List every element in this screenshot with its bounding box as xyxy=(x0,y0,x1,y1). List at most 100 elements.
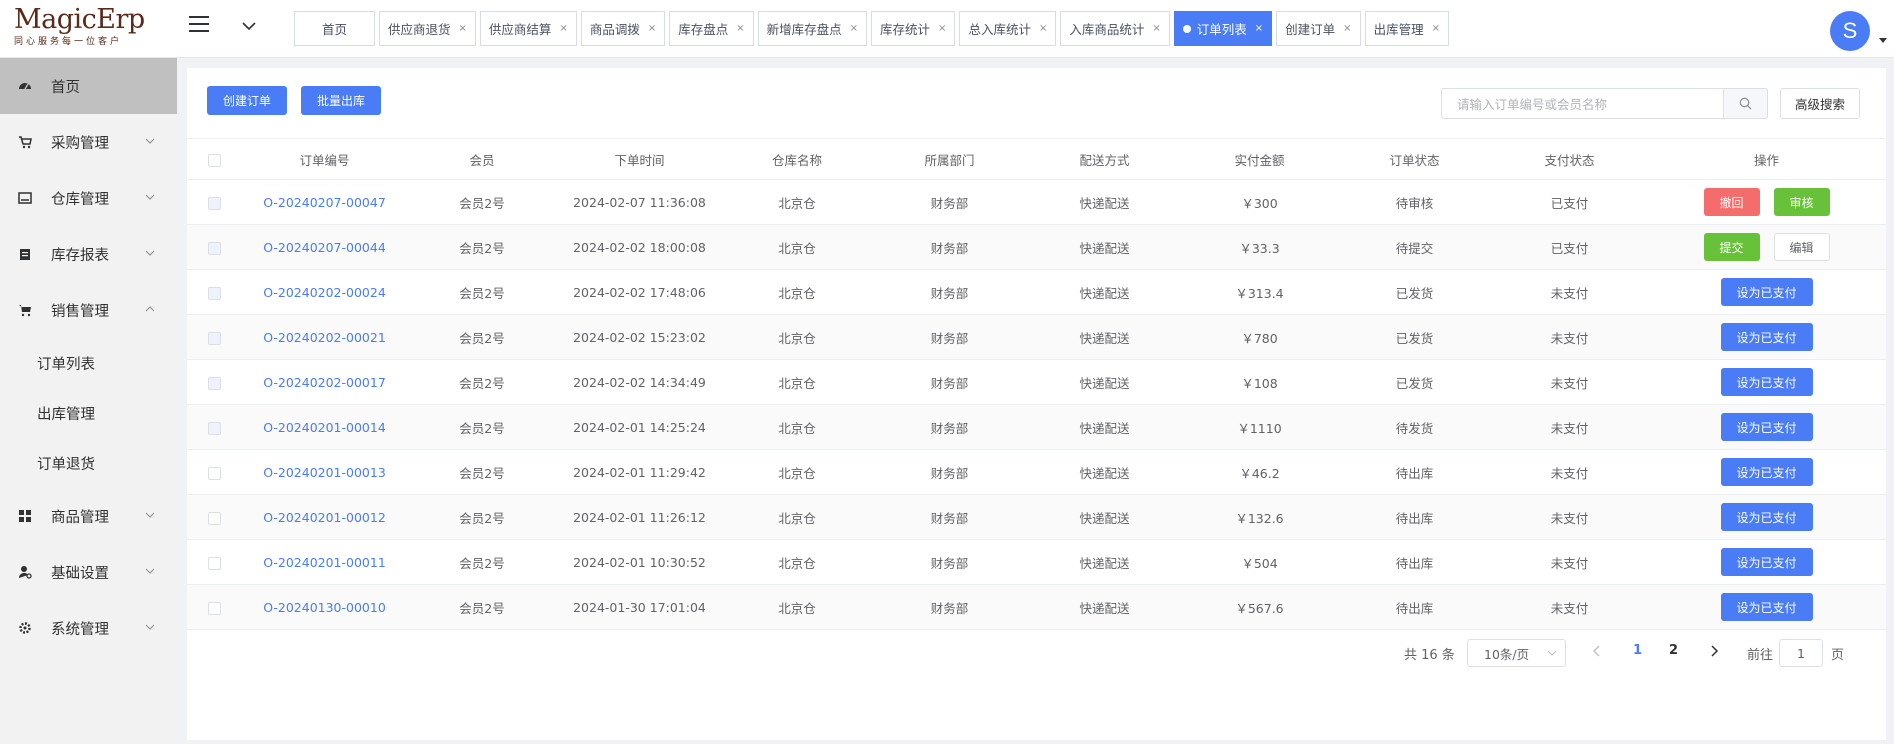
chevron-down-icon[interactable] xyxy=(240,17,258,35)
mark-paid-button[interactable]: 设为已支付 xyxy=(1720,593,1813,621)
table-row: O-20240207-00044 会员2号 2024-02-02 18:00:08 北… xyxy=(187,224,1886,270)
cell-amount: ￥108 xyxy=(1182,359,1337,405)
submit-button[interactable]: 提交 xyxy=(1703,233,1760,261)
cell-order-no[interactable]: O-20240202-00021 xyxy=(242,314,407,360)
sidebar-subitem-outbound[interactable]: 出库管理 xyxy=(0,388,177,438)
cell-order-no[interactable]: O-20240201-00012 xyxy=(242,494,407,540)
mark-paid-button[interactable]: 设为已支付 xyxy=(1720,548,1813,576)
search-input[interactable]: 请输入订单编号或会员名称 xyxy=(1441,88,1724,119)
tab-5[interactable]: 新增库存盘点 × xyxy=(757,11,868,46)
sidebar-item-basic-settings[interactable]: 基础设置 xyxy=(0,544,177,600)
close-icon[interactable]: × xyxy=(1255,23,1263,34)
edit-button[interactable]: 编辑 xyxy=(1773,233,1830,261)
sidebar-item-warehouse[interactable]: 仓库管理 xyxy=(0,170,177,226)
advanced-search-button[interactable]: 高级搜索 xyxy=(1780,88,1860,119)
cell-order-no[interactable]: O-20240202-00017 xyxy=(242,359,407,405)
mark-paid-button[interactable]: 设为已支付 xyxy=(1720,278,1813,306)
tab-9[interactable]: 订单列表 × xyxy=(1173,11,1273,46)
sidebar-item-system[interactable]: 系统管理 xyxy=(0,600,177,656)
cell-order-no[interactable]: O-20240201-00014 xyxy=(242,404,407,450)
next-page-icon[interactable] xyxy=(1708,644,1720,658)
cell-order-no[interactable]: O-20240207-00047 xyxy=(242,179,407,225)
close-icon[interactable]: × xyxy=(938,23,946,34)
logo-main-text: MagicErp xyxy=(14,4,145,35)
tab-10[interactable]: 创建订单 × xyxy=(1276,11,1361,46)
cell-actions: 撤回 审核 xyxy=(1647,179,1886,225)
sidebar-subitem-order-return[interactable]: 订单退货 xyxy=(0,438,177,488)
tab-6[interactable]: 库存统计 × xyxy=(871,11,956,46)
tab-7[interactable]: 总入库统计 × xyxy=(959,11,1057,46)
tab-label: 入库商品统计 xyxy=(1069,22,1145,37)
row-checkbox[interactable] xyxy=(208,601,221,615)
batch-outbound-button[interactable]: 批量出库 xyxy=(301,86,381,115)
cell-dept: 财务部 xyxy=(872,179,1027,225)
approve-button[interactable]: 审核 xyxy=(1773,188,1830,216)
sidebar-item-label: 基础设置 xyxy=(51,565,109,582)
search-button[interactable] xyxy=(1724,88,1768,119)
goto-page-input[interactable]: 1 xyxy=(1779,639,1823,667)
cell-order-no[interactable]: O-20240201-00011 xyxy=(242,539,407,585)
close-icon[interactable]: × xyxy=(1432,23,1440,34)
avatar-caret-icon[interactable] xyxy=(1879,38,1887,43)
mark-paid-button[interactable]: 设为已支付 xyxy=(1720,458,1813,486)
close-icon[interactable]: × xyxy=(1152,23,1160,34)
cell-member: 会员2号 xyxy=(407,494,557,540)
row-checkbox xyxy=(208,421,221,435)
close-icon[interactable]: × xyxy=(648,23,656,34)
sidebar: 首页 采购管理 仓库管理 库存报表 销售管理 订单列表 出库管理 订单退货 商品… xyxy=(0,58,177,744)
cell-time: 2024-02-01 14:25:24 xyxy=(557,404,722,450)
sidebar-item-sales[interactable]: 销售管理 xyxy=(0,282,177,338)
sidebar-item-home[interactable]: 首页 xyxy=(0,58,177,114)
chevron-down-icon xyxy=(145,568,155,574)
row-checkbox[interactable] xyxy=(208,556,221,570)
cell-member: 会员2号 xyxy=(407,539,557,585)
sidebar-subitem-order-list[interactable]: 订单列表 xyxy=(0,338,177,388)
menu-toggle-icon[interactable] xyxy=(189,16,209,34)
cell-order-no[interactable]: O-20240201-00013 xyxy=(242,449,407,495)
close-icon[interactable]: × xyxy=(459,23,467,34)
cell-amount: ￥33.3 xyxy=(1182,224,1337,270)
tab-11[interactable]: 出库管理 × xyxy=(1364,11,1449,46)
close-icon[interactable]: × xyxy=(850,23,858,34)
close-icon[interactable]: × xyxy=(736,23,744,34)
withdraw-button[interactable]: 撤回 xyxy=(1703,188,1760,216)
cell-order-no[interactable]: O-20240130-00010 xyxy=(242,584,407,630)
tab-label: 库存统计 xyxy=(880,22,931,37)
tab-3[interactable]: 商品调拨 × xyxy=(580,11,666,46)
select-all-checkbox[interactable] xyxy=(208,153,221,167)
cell-amount: ￥567.6 xyxy=(1182,584,1337,630)
cell-amount: ￥313.4 xyxy=(1182,269,1337,315)
tab-2[interactable]: 供应商结算 × xyxy=(479,11,577,46)
row-checkbox[interactable] xyxy=(208,511,221,525)
mark-paid-button[interactable]: 设为已支付 xyxy=(1720,413,1813,441)
cell-order-no[interactable]: O-20240202-00024 xyxy=(242,269,407,315)
sidebar-item-stock-report[interactable]: 库存报表 xyxy=(0,226,177,282)
close-icon[interactable]: × xyxy=(1039,23,1047,34)
close-icon[interactable]: × xyxy=(1343,23,1351,34)
tab-1[interactable]: 供应商退货 × xyxy=(379,11,476,46)
tab-8[interactable]: 入库商品统计 × xyxy=(1060,11,1170,46)
cell-member: 会员2号 xyxy=(407,584,557,630)
mark-paid-button[interactable]: 设为已支付 xyxy=(1720,323,1813,351)
chevron-down-icon xyxy=(145,512,155,518)
page-number-1[interactable]: 1 xyxy=(1633,643,1642,658)
cell-warehouse: 北京仓 xyxy=(722,269,872,315)
tab-label: 供应商退货 xyxy=(388,22,451,37)
avatar[interactable]: S xyxy=(1830,11,1870,51)
cell-pay: 未支付 xyxy=(1492,584,1647,630)
page-size-select[interactable]: 10条/页 xyxy=(1467,639,1566,667)
create-order-button[interactable]: 创建订单 xyxy=(207,86,287,115)
tab-0[interactable]: 首页 xyxy=(294,11,375,46)
tab-4[interactable]: 库存盘点 × xyxy=(669,11,754,46)
mark-paid-button[interactable]: 设为已支付 xyxy=(1720,368,1813,396)
mark-paid-button[interactable]: 设为已支付 xyxy=(1720,503,1813,531)
goto-label: 前往 xyxy=(1747,648,1774,663)
page-number-2[interactable]: 2 xyxy=(1669,643,1678,658)
sidebar-item-goods[interactable]: 商品管理 xyxy=(0,488,177,544)
cell-amount: ￥300 xyxy=(1182,179,1337,225)
cell-order-no[interactable]: O-20240207-00044 xyxy=(242,224,407,270)
prev-page-icon[interactable] xyxy=(1591,644,1603,658)
close-icon[interactable]: × xyxy=(559,23,567,34)
sidebar-item-purchase[interactable]: 采购管理 xyxy=(0,114,177,170)
row-checkbox[interactable] xyxy=(208,466,221,480)
